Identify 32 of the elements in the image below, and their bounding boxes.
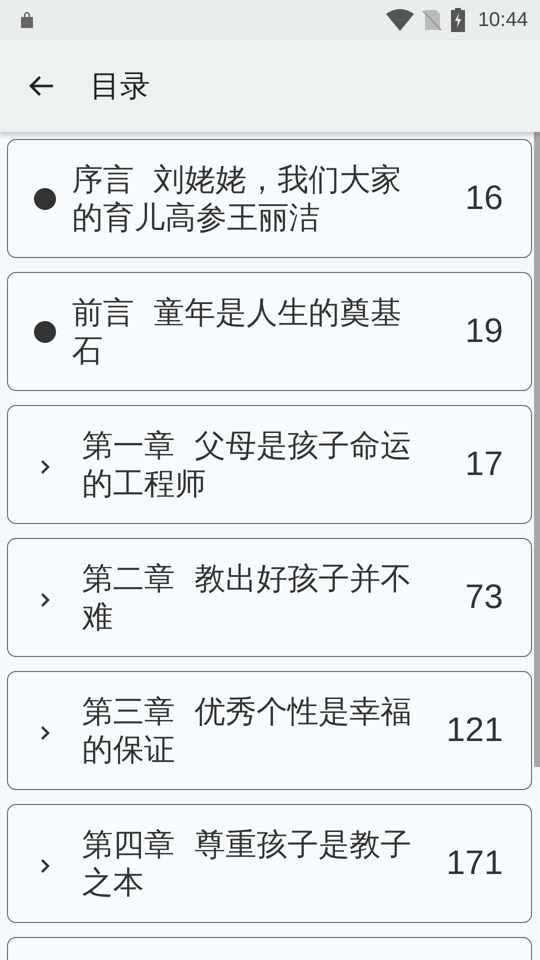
chevron-right-icon	[40, 858, 50, 874]
chapter-title: 第二章 教出好孩子并不难	[82, 560, 413, 636]
chapter-title: 第四章 尊重孩子是教子之本	[82, 826, 413, 902]
chapter-item[interactable]: 第二章 教出好孩子并不难 73	[7, 538, 532, 657]
page-title: 目录	[90, 68, 150, 106]
back-arrow-icon	[29, 75, 55, 97]
page-number: 17	[464, 445, 504, 484]
chapter-item[interactable]: 第四章 尊重孩子是教子之本 171	[7, 804, 532, 923]
bullet-icon	[34, 188, 56, 210]
page-number: 19	[464, 312, 504, 351]
chapter-title: 第三章 优秀个性是幸福的保证	[82, 692, 413, 768]
chapter-item[interactable]: 第一章 父母是孩子命运的工程师 17	[7, 405, 532, 524]
chapter-item[interactable]: 前言 童年是人生的奠基石 19	[7, 272, 532, 391]
chevron-right-icon	[40, 724, 50, 740]
scrollbar[interactable]	[534, 132, 540, 767]
chapter-title: 第一章 父母是孩子命运的工程师	[82, 426, 413, 502]
page-number: 121	[445, 711, 504, 750]
chapter-title: 序言 刘姥姥，我们大家的育儿高参王丽洁	[72, 160, 403, 236]
no-sim-icon	[422, 9, 442, 31]
chapter-title: 前言 童年是人生的奠基石	[72, 294, 403, 370]
chapter-item[interactable]: 第三章 优秀个性是幸福的保证 121	[7, 671, 532, 790]
shopping-bag-icon	[20, 12, 34, 28]
chevron-right-icon	[40, 458, 50, 474]
bullet-icon	[34, 320, 56, 342]
page-number: 16	[464, 179, 504, 218]
clock-time: 10:44	[478, 8, 528, 32]
chevron-right-icon	[40, 592, 50, 608]
battery-charging-icon	[450, 8, 466, 32]
wifi-icon	[386, 9, 414, 31]
page-number: 171	[445, 844, 504, 883]
page-number: 73	[464, 578, 504, 617]
chapter-item[interactable]: 序言 刘姥姥，我们大家的育儿高参王丽洁 16	[7, 139, 532, 258]
